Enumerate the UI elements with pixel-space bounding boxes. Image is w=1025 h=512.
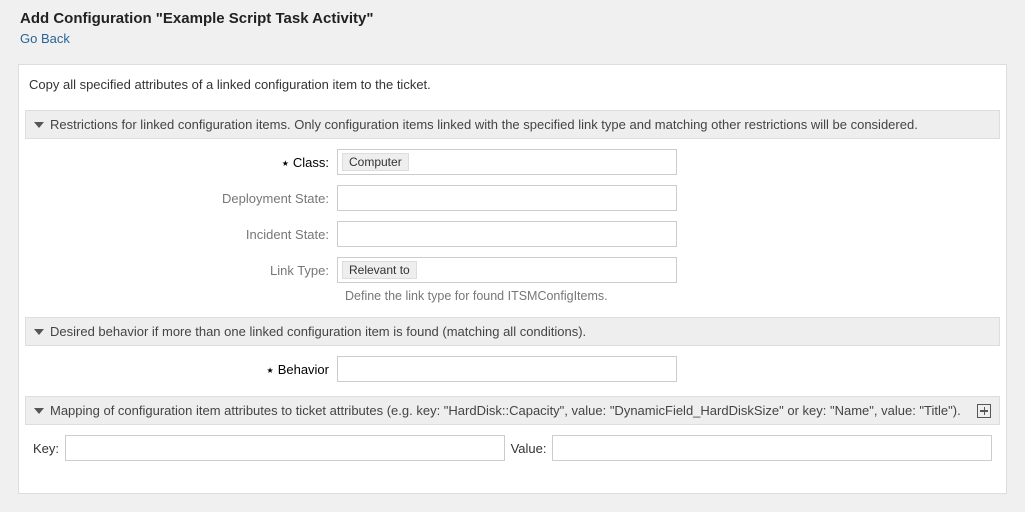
value-input[interactable] [552,435,992,461]
behavior-widget: Desired behavior if more than one linked… [25,317,1000,382]
intro-text: Copy all specified attributes of a linke… [19,65,1006,104]
mapping-widget: Mapping of configuration item attributes… [25,396,1000,461]
deployment-state-row: Deployment State: [25,185,1000,211]
page-title: Add Configuration "Example Script Task A… [20,10,1005,27]
mapping-kv-row: Key: Value: [25,425,1000,461]
behavior-row: Behavior [25,356,1000,382]
deployment-state-field[interactable] [337,185,677,211]
behavior-field[interactable] [337,356,677,382]
link-type-label: Link Type: [25,263,337,278]
key-input[interactable] [65,435,505,461]
incident-state-row: Incident State: [25,221,1000,247]
link-type-row: Link Type: Relevant to [25,257,1000,283]
collapse-icon [34,408,44,414]
restrictions-header[interactable]: Restrictions for linked configuration it… [25,110,1000,139]
incident-state-field[interactable] [337,221,677,247]
mapping-title: Mapping of configuration item attributes… [50,403,971,418]
link-type-field[interactable]: Relevant to [337,257,677,283]
value-label: Value: [511,441,547,456]
class-field[interactable]: Computer [337,149,677,175]
add-mapping-icon[interactable] [977,404,991,418]
class-tag: Computer [342,153,409,171]
link-type-hint: Define the link type for found ITSMConfi… [345,289,1000,303]
key-label: Key: [33,441,59,456]
link-type-tag: Relevant to [342,261,417,279]
collapse-icon [34,329,44,335]
go-back-link[interactable]: Go Back [20,31,70,46]
behavior-header[interactable]: Desired behavior if more than one linked… [25,317,1000,346]
incident-state-label: Incident State: [25,227,337,242]
behavior-title: Desired behavior if more than one linked… [50,324,991,339]
class-label: Class: [25,155,337,170]
behavior-label: Behavior [25,362,337,377]
class-row: Class: Computer [25,149,1000,175]
deployment-state-label: Deployment State: [25,191,337,206]
collapse-icon [34,122,44,128]
mapping-header[interactable]: Mapping of configuration item attributes… [25,396,1000,425]
restrictions-widget: Restrictions for linked configuration it… [25,110,1000,303]
page-header: Add Configuration "Example Script Task A… [0,0,1025,54]
restrictions-title: Restrictions for linked configuration it… [50,117,991,132]
content-panel: Copy all specified attributes of a linke… [18,64,1007,494]
